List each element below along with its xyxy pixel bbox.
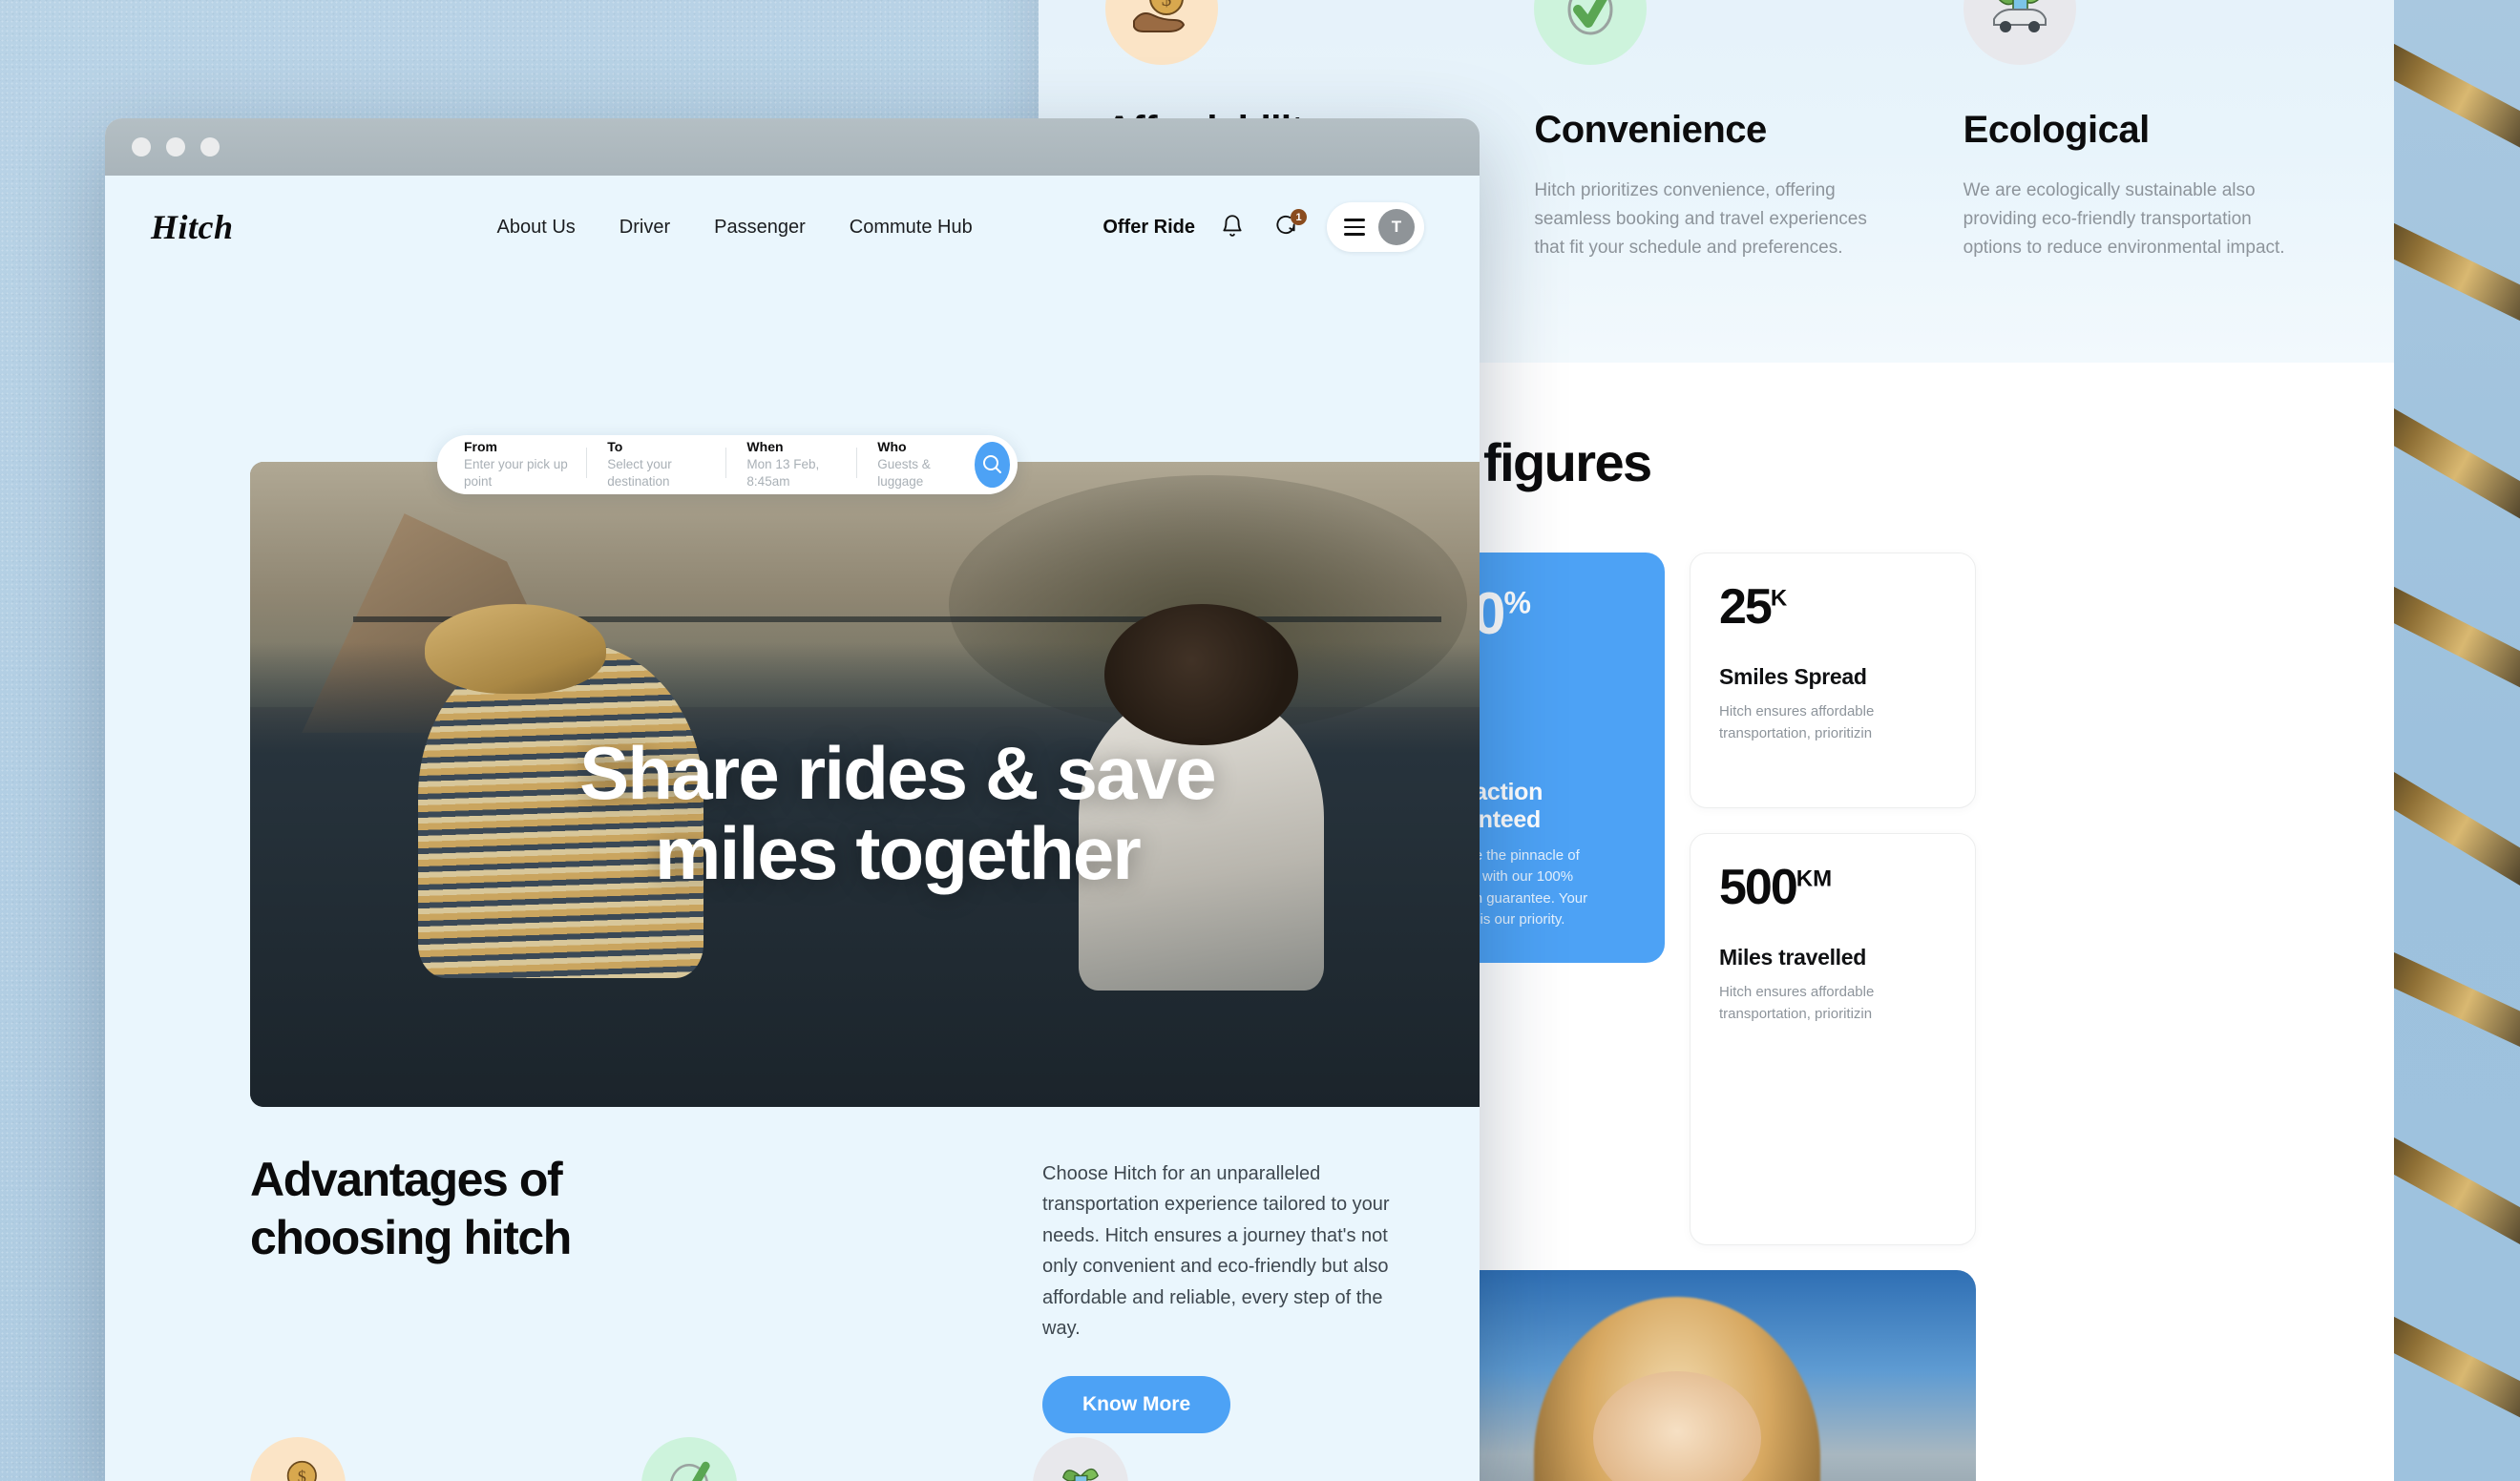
advantages-heading: Advantages of choosing hitch [250, 1151, 572, 1433]
panel-feature-desc: Hitch prioritizes convenience, offering … [1534, 180, 1867, 259]
message-count-badge: 1 [1291, 209, 1307, 225]
advantages-paragraph: Choose Hitch for an unparalleled transpo… [1042, 1163, 1390, 1339]
search-field-label: From [464, 438, 497, 454]
panel-feature-ecological: Ecological We are ecologically sustainab… [1963, 0, 2327, 363]
search-field-to[interactable]: To Select your destination [586, 438, 725, 492]
stat-card-miles[interactable]: 500KM Miles travelled Hitch ensures affo… [1690, 833, 1976, 1245]
stat-title: Miles travelled [1719, 945, 1867, 970]
feature-row: $ Affordability Convenience [250, 1437, 1424, 1481]
green-checkmark-icon [641, 1437, 737, 1481]
advantages-copy-block: Choose Hitch for an unparalleled transpo… [1042, 1151, 1424, 1434]
hand-holding-coin-icon: $ [1105, 0, 1218, 65]
stat-description: Hitch ensures affordable transportation,… [1719, 984, 1875, 1022]
search-field-from[interactable]: From Enter your pick up point [464, 438, 586, 492]
search-field-when[interactable]: When Mon 13 Feb, 8:45am [725, 438, 856, 492]
stat-title: Smiles Spread [1719, 664, 1867, 689]
site-navbar: Hitch About Us Driver Passenger Commute … [105, 176, 1480, 279]
eco-car-plant-icon [1963, 0, 2076, 65]
search-field-value[interactable]: Select your destination [607, 456, 708, 492]
chat-bubble-icon[interactable]: 1 [1273, 209, 1307, 241]
stat-card-smiles[interactable]: 25K Smiles Spread Hitch ensures affordab… [1690, 553, 1976, 808]
minimize-traffic-light[interactable] [166, 137, 185, 156]
stat-unit: % [1503, 585, 1531, 620]
search-field-label: Who [877, 438, 907, 454]
nav-link-driver[interactable]: Driver [620, 217, 670, 239]
hero-headline-line-1: Share rides & save [579, 730, 1216, 815]
feature-affordability: $ Affordability [250, 1437, 641, 1481]
know-more-button[interactable]: Know More [1042, 1376, 1231, 1434]
search-field-label: When [746, 438, 784, 454]
advantages-section: Advantages of choosing hitch Choose Hitc… [250, 1151, 1424, 1434]
panel-feature-desc: We are ecologically sustainable also pro… [1963, 180, 2285, 259]
browser-chrome [105, 118, 1480, 176]
stat-unit: KM [1796, 866, 1833, 892]
close-traffic-light[interactable] [132, 137, 151, 156]
nav-link-about-us[interactable]: About Us [497, 217, 576, 239]
panel-feature-title: Ecological [1963, 109, 2151, 151]
site-logo[interactable]: Hitch [151, 207, 234, 247]
hero-headline-line-2: miles together [655, 811, 1142, 896]
stat-value: 25K [1719, 579, 1788, 635]
nav-links: About Us Driver Passenger Commute Hub [497, 217, 973, 239]
maximize-traffic-light[interactable] [200, 137, 220, 156]
svg-text:$: $ [298, 1467, 306, 1481]
nav-link-commute-hub[interactable]: Commute Hub [850, 217, 973, 239]
search-field-value[interactable]: Guests & luggage [877, 456, 956, 492]
offer-ride-button[interactable]: Offer Ride [1102, 217, 1195, 239]
hamburger-menu-icon[interactable] [1344, 219, 1365, 236]
search-field-value[interactable]: Mon 13 Feb, 8:45am [746, 456, 839, 492]
stat-value: 500KM [1719, 860, 1833, 915]
hero-image: Share rides & save miles together [250, 462, 1480, 1107]
hand-holding-coin-icon: $ [250, 1437, 346, 1481]
bell-icon[interactable] [1220, 213, 1249, 241]
eco-car-plant-icon [1033, 1437, 1128, 1481]
stat-description: Hitch ensures affordable transportation,… [1719, 703, 1875, 741]
search-field-label: To [607, 438, 623, 454]
search-field-who[interactable]: Who Guests & luggage [856, 438, 974, 492]
ride-search-bar[interactable]: From Enter your pick up point To Select … [437, 435, 1018, 494]
search-field-value[interactable]: Enter your pick up point [464, 456, 569, 492]
panel-feature-convenience: Convenience Hitch prioritizes convenienc… [1534, 0, 1898, 363]
screenshot-root: $ Affordability Convenience Hitch priori… [0, 0, 2520, 1481]
search-icon [980, 452, 1003, 478]
feature-ecological: Ecological [1033, 1437, 1424, 1481]
palm-leaf-decoration [2394, 0, 2520, 1481]
green-checkmark-icon [1534, 0, 1648, 65]
nav-link-passenger[interactable]: Passenger [714, 217, 806, 239]
hero-headline: Share rides & save miles together [250, 730, 1480, 896]
stat-unit: K [1770, 585, 1788, 612]
feature-convenience: Convenience [641, 1437, 1033, 1481]
advantages-heading-line-2: choosing hitch [250, 1211, 572, 1264]
website-viewport: Hitch About Us Driver Passenger Commute … [105, 176, 1480, 1481]
nav-actions: Offer Ride 1 T [1102, 202, 1424, 252]
search-submit-button[interactable] [974, 442, 1010, 488]
panel-feature-title: Convenience [1534, 109, 1767, 151]
advantages-heading-line-1: Advantages of [250, 1153, 563, 1206]
avatar[interactable]: T [1378, 209, 1415, 245]
browser-window: Hitch About Us Driver Passenger Commute … [105, 118, 1480, 1481]
account-menu[interactable]: T [1327, 202, 1424, 252]
svg-text:$: $ [1162, 0, 1172, 10]
